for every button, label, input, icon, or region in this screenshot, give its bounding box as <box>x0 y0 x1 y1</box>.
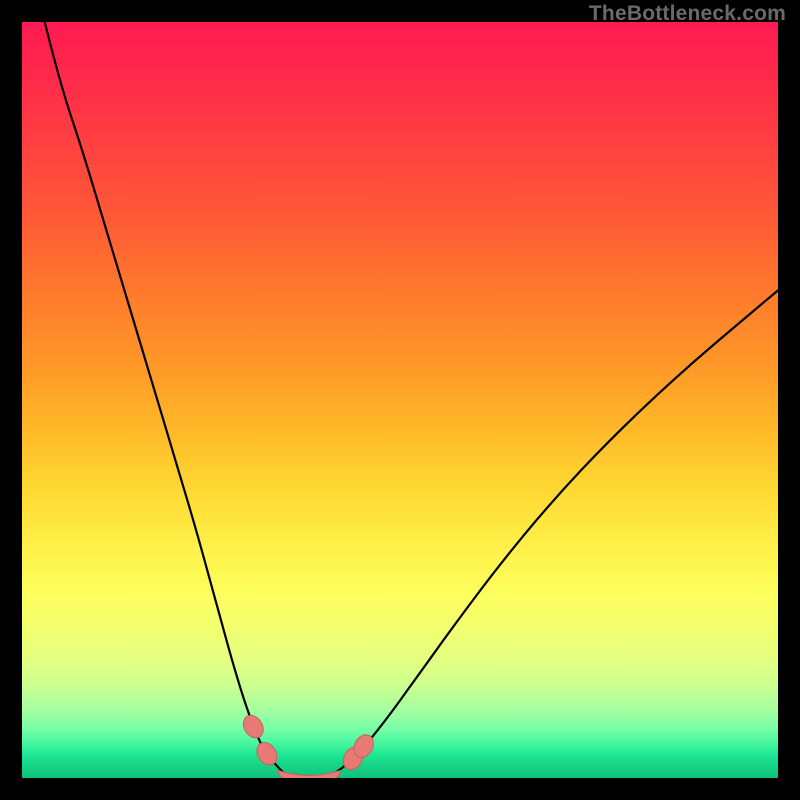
valley-nub-path <box>278 770 340 778</box>
plot-area <box>22 22 778 778</box>
curve-group <box>45 22 778 778</box>
chart-svg <box>22 22 778 778</box>
watermark-text: TheBottleneck.com <box>589 2 786 26</box>
bottleneck-curve <box>45 22 778 776</box>
outer-frame: TheBottleneck.com <box>0 0 800 800</box>
left-nub-upper <box>239 712 267 742</box>
